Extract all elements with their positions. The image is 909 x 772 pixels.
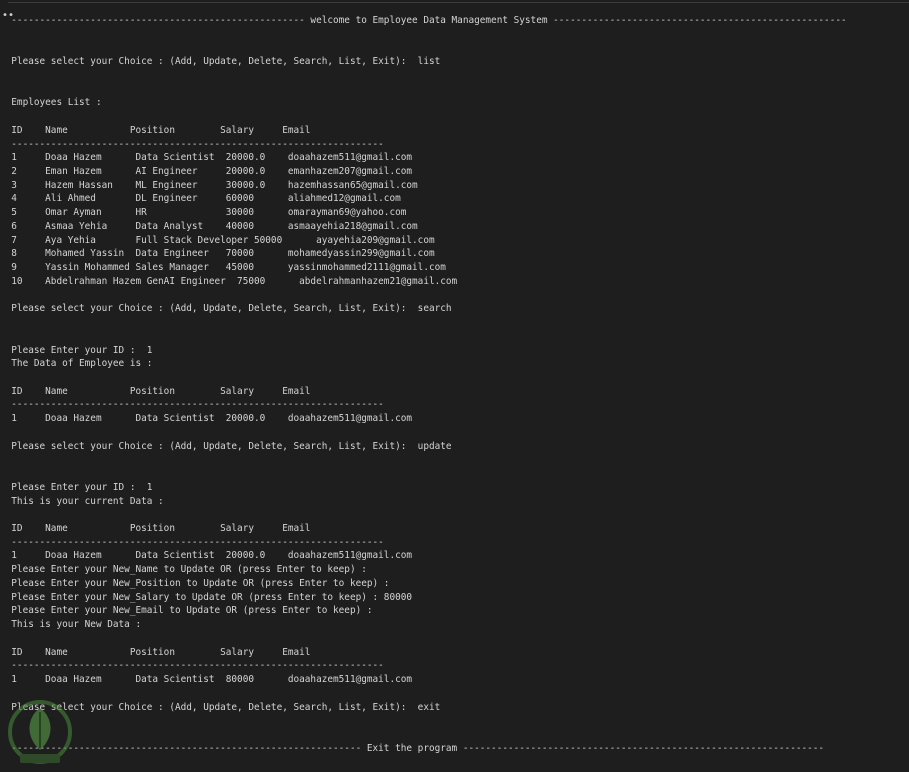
terminal-line: Please select your Choice : (Add, Update… [0,440,452,452]
terminal-line: Please select your Choice : (Add, Update… [0,56,441,68]
terminal-line: Please Enter your New_Name to Update OR … [0,564,367,576]
terminal-line: This is your New Data : [0,619,142,631]
terminal-line: Please Enter your New_Email to Update OR… [0,605,373,617]
terminal-line: ----------------------------------------… [0,15,847,26]
terminal-line: 6 Asmaa Yehia Data Analyst 40000 asmaaye… [0,220,418,232]
terminal-line: Please select your Choice : (Add, Update… [0,303,452,315]
terminal-line: 1 Doaa Hazem Data Scientist 80000 doaaha… [0,674,413,686]
terminal-line: ----------------------------------------… [0,399,384,411]
terminal-line: 5 Omar Ayman HR 30000 omarayman69@yahoo.… [0,207,407,219]
terminal-line: ID Name Position Salary Email [0,124,311,136]
terminal-line: 9 Yassin Mohammed Sales Manager 45000 ya… [0,262,446,274]
terminal-line: ID Name Position Salary Email [0,646,311,658]
terminal-line: ----------------------------------------… [0,742,825,754]
terminal-line: Please Enter your New_Position to Update… [0,577,390,589]
terminal-line: Please Enter your New_Salary to Update O… [0,591,413,603]
terminal-line: 1 Doaa Hazem Data Scientist 20000.0 doaa… [0,152,413,164]
terminal-line: 8 Mohamed Yassin Data Engineer 70000 moh… [0,248,435,260]
terminal-line: The Data of Employee is : [0,358,153,370]
terminal-line: Please Enter your ID : 1 [0,344,153,356]
terminal-line: Please Enter your ID : 1 [0,481,153,493]
terminal-line: 2 Eman Hazem AI Engineer 20000.0 emanhaz… [0,166,413,178]
terminal-line: 1 Doaa Hazem Data Scientist 20000.0 doaa… [0,550,413,562]
terminal-line: ----------------------------------------… [0,536,384,548]
watermark-logo-icon [8,700,72,764]
terminal-line: 3 Hazem Hassan ML Engineer 30000.0 hazem… [0,179,418,191]
terminal-line: This is your current Data : [0,495,164,507]
top-divider [8,2,909,3]
terminal-line: 10 Abdelrahman Hazem GenAI Engineer 7500… [0,275,458,287]
terminal-line: Employees List : [0,97,102,109]
terminal-line: ----------------------------------------… [0,138,384,150]
terminal-line: ID Name Position Salary Email [0,523,311,534]
terminal-line: ----------------------------------------… [0,660,384,672]
terminal-line: 4 Ali Ahmed DL Engineer 60000 aliahmed12… [0,193,401,205]
terminal-line: 7 Aya Yehia Full Stack Developer 50000 a… [0,234,435,246]
terminal-line: 1 Doaa Hazem Data Scientist 20000.0 doaa… [0,413,413,425]
terminal-window[interactable]: •• -------------------------------------… [0,0,909,772]
terminal-line: ID Name Position Salary Email [0,385,311,397]
